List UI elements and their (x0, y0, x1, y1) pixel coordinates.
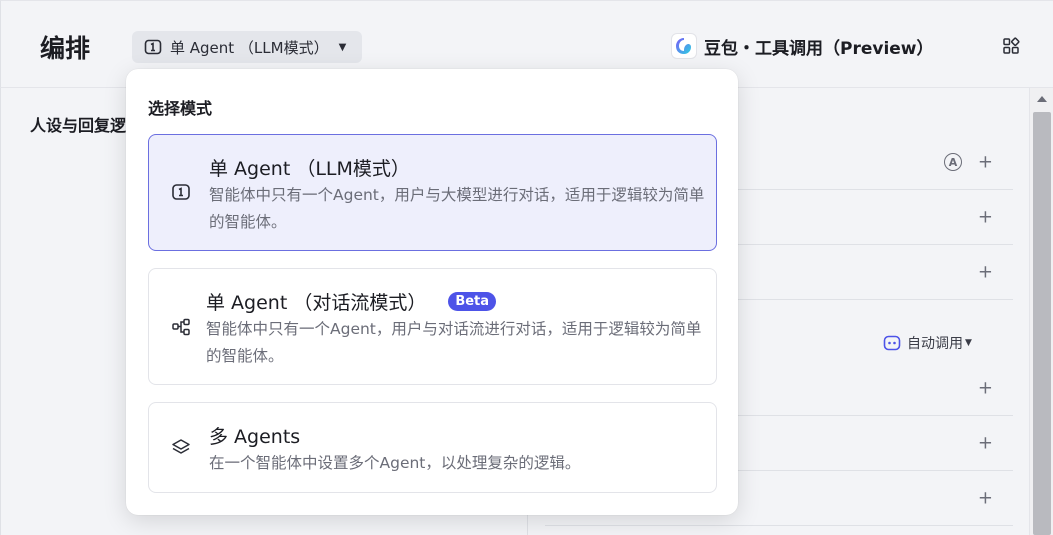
option-desc: 智能体中只有一个Agent，用户与对话流进行对话，适用于逻辑较为简单的智能体。 (206, 320, 702, 365)
scroll-thumb[interactable] (1033, 112, 1051, 535)
add-icon[interactable]: + (978, 152, 993, 173)
option-title: 单 Agent （LLM模式） (209, 158, 410, 180)
option-single-agent-flow[interactable]: 单 Agent （对话流模式） Beta 智能体中只有一个Agent，用户与对话… (148, 268, 717, 385)
auto-call-label: 自动调用 (907, 336, 963, 352)
add-icon[interactable]: + (978, 207, 993, 228)
beta-badge: Beta (448, 292, 497, 311)
add-icon[interactable]: + (978, 262, 993, 283)
option-title: 多 Agents (209, 426, 301, 448)
preview-title: 豆包・工具调用（Preview） (671, 33, 934, 59)
mode-dropdown: 选择模式 单 Agent （LLM模式） 智能体中只有一个Agent，用户与大模… (126, 69, 738, 515)
caret-down-icon: ▼ (338, 41, 347, 53)
option-title-text: 单 Agent （对话流模式） (206, 292, 427, 314)
doubao-logo-icon (671, 33, 697, 59)
page-title: 编排 (40, 34, 91, 63)
scroll-up-icon[interactable] (1037, 96, 1047, 102)
add-icon[interactable]: + (978, 378, 993, 399)
caret-down-icon: ▼ (965, 338, 972, 348)
robot-icon (883, 335, 901, 351)
mode-select[interactable]: 单 Agent （LLM模式） ▼ (132, 31, 362, 63)
single-agent-icon (172, 184, 190, 200)
option-single-agent-llm[interactable]: 单 Agent （LLM模式） 智能体中只有一个Agent，用户与大模型进行对话… (148, 134, 717, 251)
layers-icon (172, 439, 190, 454)
auto-call-select[interactable]: 自动调用 ▼ (883, 333, 972, 353)
scrollbar[interactable] (1029, 88, 1053, 535)
auto-a-icon[interactable]: A (944, 153, 962, 171)
option-multi-agents[interactable]: 多 Agents 在一个智能体中设置多个Agent，以处理复杂的逻辑。 (148, 402, 717, 493)
preview-title-text: 豆包・工具调用（Preview） (704, 38, 934, 59)
option-desc: 在一个智能体中设置多个Agent，以处理复杂的逻辑。 (209, 454, 581, 472)
dropdown-heading: 选择模式 (148, 99, 213, 118)
single-agent-icon (144, 39, 162, 55)
add-icon[interactable]: + (978, 488, 993, 509)
workflow-icon (172, 318, 190, 336)
layout-grid-icon[interactable] (1002, 37, 1020, 55)
mode-select-label: 单 Agent （LLM模式） (170, 38, 329, 57)
option-title: 单 Agent （对话流模式） Beta (206, 288, 497, 315)
add-icon[interactable]: + (978, 433, 993, 454)
option-desc: 智能体中只有一个Agent，用户与大模型进行对话，适用于逻辑较为简单的智能体。 (209, 186, 705, 231)
